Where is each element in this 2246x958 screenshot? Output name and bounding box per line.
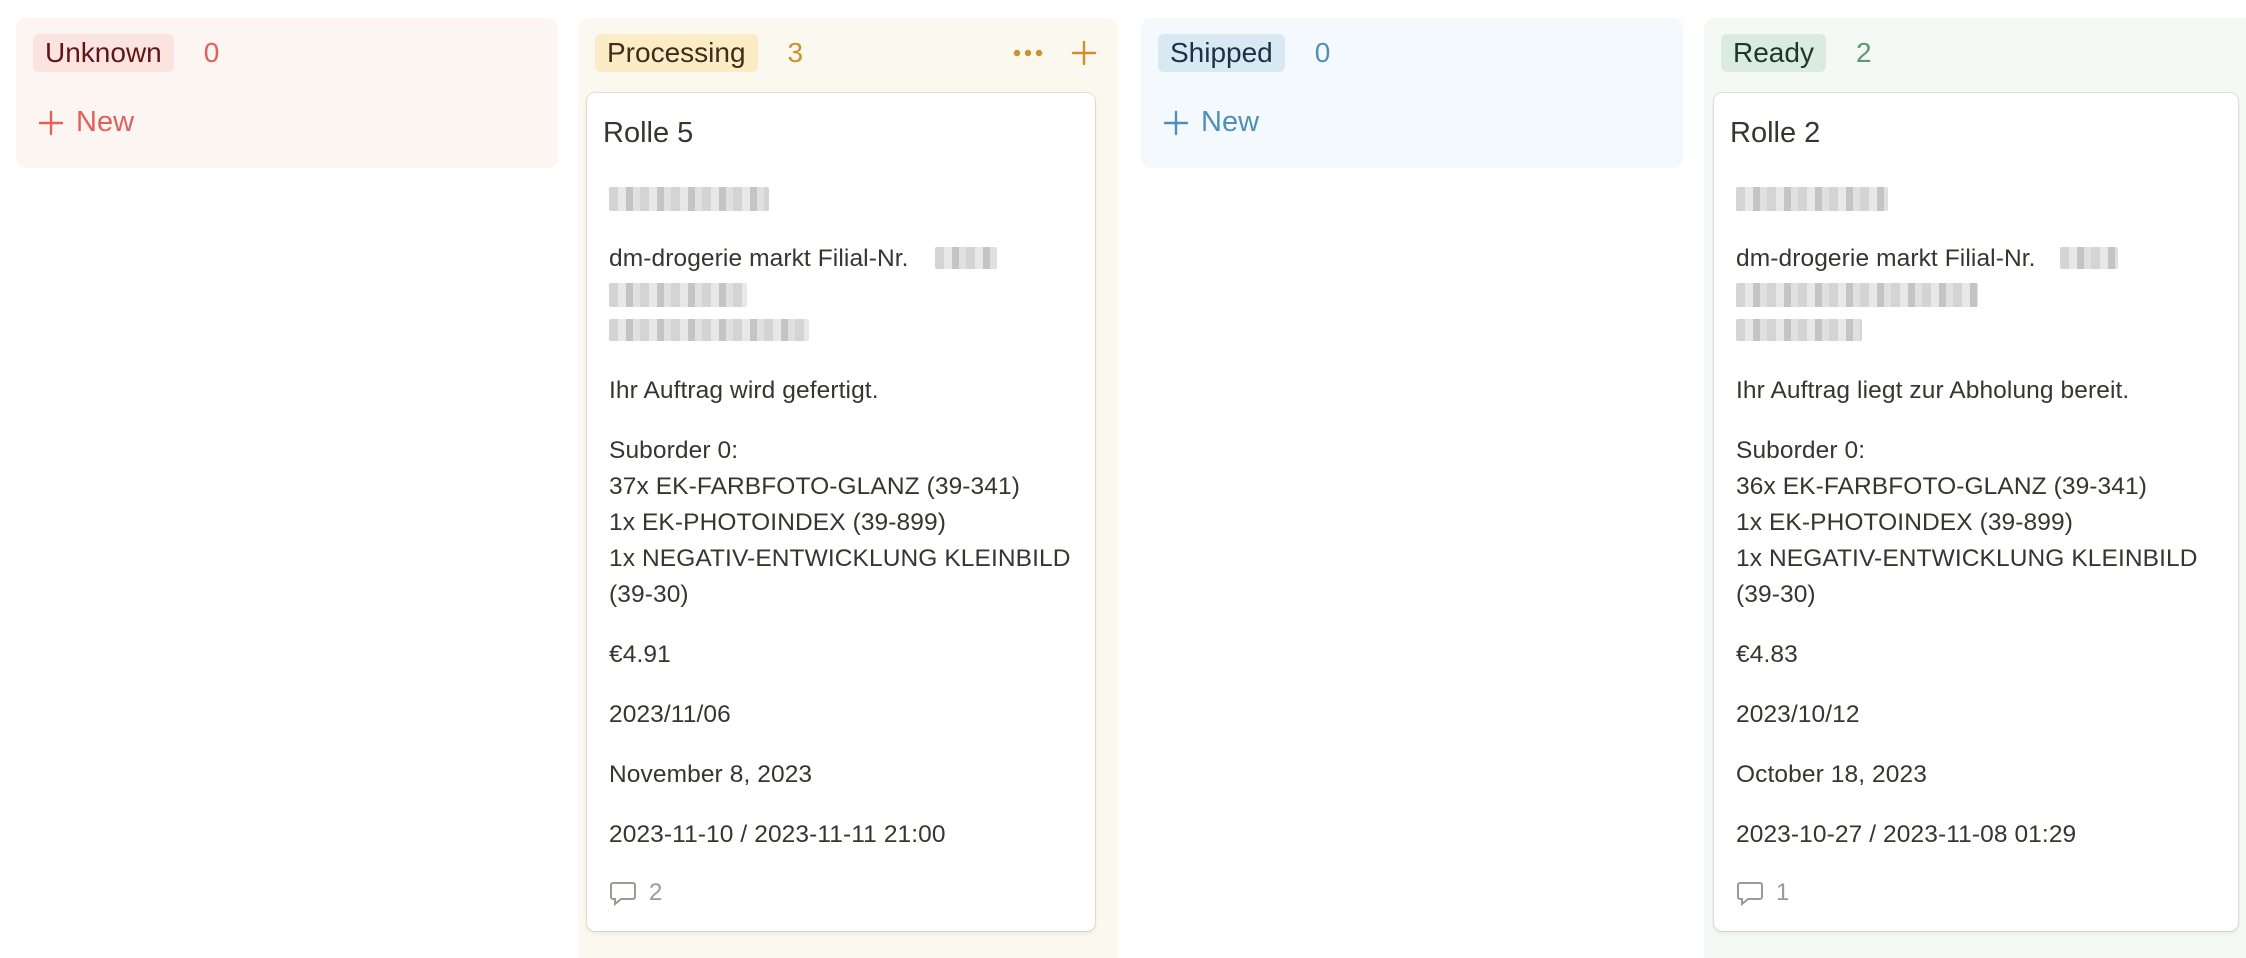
redacted-text [1736, 187, 1888, 211]
order-item: 1x EK-PHOTOINDEX (39-899) [1736, 509, 2073, 536]
suborder-label: Suborder 0: [609, 437, 739, 464]
order-status: Ihr Auftrag wird gefertigt. [609, 377, 879, 404]
order-item: (39-30) [609, 581, 689, 608]
comment-icon [610, 882, 636, 906]
card-rolle-2[interactable]: Rolle 2 dm-drogerie markt Filial-Nr. Ihr… [1714, 93, 2238, 931]
order-item: 1x EK-PHOTOINDEX (39-899) [609, 509, 946, 536]
comments[interactable]: 1 [1736, 879, 1789, 907]
store-name: dm-drogerie markt Filial-Nr. [1736, 245, 2036, 272]
column-header-unknown: Unknown 0 [33, 34, 541, 72]
column-shipped: Shipped 0 New [1141, 18, 1683, 168]
order-status: Ihr Auftrag liegt zur Abholung bereit. [1736, 377, 2130, 404]
order-item: 37x EK-FARBFOTO-GLANZ (39-341) [609, 473, 1020, 500]
column-count: 3 [787, 37, 804, 68]
column-actions [1013, 40, 1101, 66]
card-title: Rolle 5 [603, 117, 694, 149]
plus-icon [1163, 110, 1189, 135]
order-item: 1x NEGATIV-ENTWICKLUNG KLEINBILD [609, 545, 1071, 572]
redacted-text [1736, 283, 1978, 307]
new-card-button[interactable]: New [1163, 106, 1259, 139]
redacted-text [609, 187, 769, 211]
comment-count: 2 [649, 879, 663, 906]
redacted-text [609, 319, 809, 341]
order-date: 2023/11/06 [609, 701, 731, 728]
column-header-ready: Ready 2 [1721, 34, 2229, 72]
status-pill-processing[interactable]: Processing [595, 34, 758, 72]
order-date: 2023/10/12 [1736, 701, 1860, 728]
new-card-button[interactable]: New [38, 106, 134, 139]
column-count: 2 [1855, 37, 1872, 68]
due-date: November 8, 2023 [609, 761, 813, 788]
more-horizontal-icon[interactable] [1013, 48, 1043, 58]
price: €4.91 [609, 641, 671, 668]
price: €4.83 [1736, 641, 1798, 668]
status-pill-unknown[interactable]: Unknown [33, 34, 174, 72]
column-header-shipped: Shipped 0 [1158, 34, 1666, 72]
redacted-text [2060, 247, 2118, 269]
column-count: 0 [1314, 37, 1331, 68]
column-header-processing: Processing 3 [595, 34, 1101, 72]
due-date: October 18, 2023 [1736, 761, 1927, 788]
store-name: dm-drogerie markt Filial-Nr. [609, 245, 909, 272]
plus-icon [38, 110, 64, 135]
suborder-label: Suborder 0: [1736, 437, 1866, 464]
redacted-text [609, 283, 747, 307]
kanban-board: Unknown 0 New Processing 3 Rolle 5 dm-dr… [0, 0, 2246, 958]
column-count: 0 [203, 37, 220, 68]
comment-icon [1737, 882, 1763, 906]
column-processing: Processing 3 Rolle 5 dm-drogerie markt F… [578, 18, 1118, 958]
plus-icon[interactable] [1071, 40, 1097, 66]
order-item: 36x EK-FARBFOTO-GLANZ (39-341) [1736, 473, 2147, 500]
card-title: Rolle 2 [1730, 117, 1821, 149]
new-card-label: New [1201, 106, 1260, 138]
comment-count: 1 [1776, 879, 1790, 906]
date-range: 2023-10-27 / 2023-11-08 01:29 [1736, 821, 2077, 848]
order-item: 1x NEGATIV-ENTWICKLUNG KLEINBILD [1736, 545, 2198, 572]
status-pill-shipped[interactable]: Shipped [1158, 34, 1285, 72]
date-range: 2023-11-10 / 2023-11-11 21:00 [609, 821, 946, 848]
card-rolle-5[interactable]: Rolle 5 dm-drogerie markt Filial-Nr. Ihr… [587, 93, 1095, 931]
redacted-text [935, 247, 997, 269]
comments[interactable]: 2 [609, 879, 662, 907]
column-ready: Ready 2 Rolle 2 dm-drogerie markt Filial… [1704, 18, 2246, 958]
column-unknown: Unknown 0 New [16, 18, 558, 168]
status-pill-ready[interactable]: Ready [1721, 34, 1826, 72]
order-item: (39-30) [1736, 581, 1816, 608]
redacted-text [1736, 319, 1862, 341]
new-card-label: New [76, 106, 135, 138]
